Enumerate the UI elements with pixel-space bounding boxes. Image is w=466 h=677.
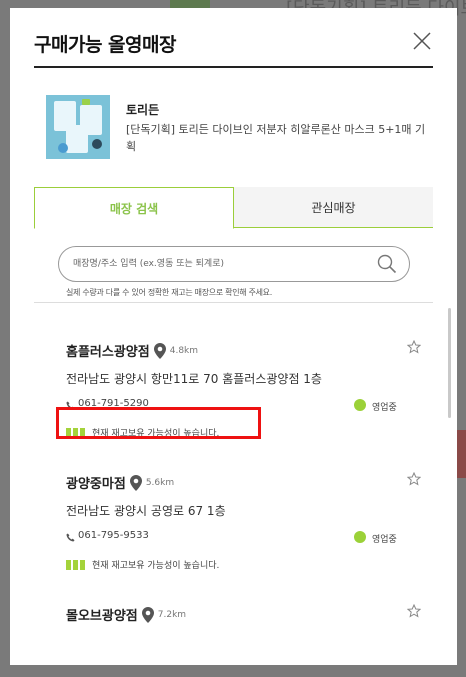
product-info: 토리든 [단독기획] 토리든 다이브인 저분자 히알루론산 마스크 5+1매 기… bbox=[46, 95, 433, 165]
store-status: 영업중 bbox=[372, 535, 397, 545]
search-icon[interactable] bbox=[377, 254, 397, 274]
map-pin-icon bbox=[141, 606, 154, 623]
favorite-star-icon[interactable] bbox=[407, 604, 421, 618]
store-item[interactable]: 광양중마점 5.6km 전라남도 광양시 공영로 67 1층 061-795-95… bbox=[66, 472, 421, 582]
favorite-star-icon[interactable] bbox=[407, 472, 421, 486]
store-distance: 5.6km bbox=[145, 477, 175, 488]
favorite-star-icon[interactable] bbox=[407, 340, 421, 354]
phone-icon bbox=[66, 533, 75, 542]
highlight-box bbox=[56, 407, 261, 439]
search-input[interactable] bbox=[73, 247, 373, 281]
stock-indicator: 현재 재고보유 가능성이 높습니다. bbox=[66, 558, 286, 572]
close-button[interactable] bbox=[411, 30, 433, 52]
store-address: 전라남도 광양시 공영로 67 1층 bbox=[66, 504, 226, 518]
modal-header: 구매가능 올영매장 bbox=[34, 30, 433, 68]
scrollbar[interactable] bbox=[448, 308, 451, 418]
product-name: [단독기획] 토리든 다이브인 저분자 히알루론산 마스크 5+1매 기획 bbox=[126, 123, 426, 153]
tab-bar: 매장 검색 관심매장 bbox=[34, 187, 433, 229]
stock-level-bars bbox=[66, 560, 86, 570]
store-status: 영업중 bbox=[372, 403, 397, 413]
store-distance: 4.8km bbox=[169, 345, 199, 356]
store-distance: 7.2km bbox=[157, 609, 187, 620]
store-address: 전라남도 광양시 항만11로 70 홈플러스광양점 1층 bbox=[66, 372, 322, 386]
tab-favorite-stores[interactable]: 관심매장 bbox=[234, 187, 433, 228]
divider bbox=[34, 302, 433, 303]
background-block bbox=[170, 0, 210, 8]
background-block bbox=[456, 430, 466, 478]
store-phone[interactable]: 061-795-9533 bbox=[78, 530, 149, 541]
modal-title: 구매가능 올영매장 bbox=[34, 34, 176, 56]
map-pin-icon bbox=[129, 474, 142, 491]
store-item[interactable]: 몰오브광양점 7.2km bbox=[66, 604, 421, 644]
search-box bbox=[58, 246, 410, 282]
store-modal: 구매가능 올영매장 토리든 [단독기획] 토리든 다이브인 저분자 히알루론산 … bbox=[10, 8, 457, 665]
open-status-dot bbox=[354, 399, 366, 411]
product-brand: 토리든 bbox=[126, 103, 160, 117]
tab-store-search[interactable]: 매장 검색 bbox=[34, 187, 234, 229]
close-icon bbox=[413, 32, 431, 50]
open-status-dot bbox=[354, 531, 366, 543]
store-name: 몰오브광양점 bbox=[66, 609, 138, 624]
product-image bbox=[46, 95, 110, 159]
store-name: 광양중마점 bbox=[66, 477, 126, 492]
map-pin-icon bbox=[153, 342, 166, 359]
stock-text: 현재 재고보유 가능성이 높습니다. bbox=[92, 561, 220, 571]
store-name: 홈플러스광양점 bbox=[66, 345, 150, 360]
stock-notice: 실제 수량과 다를 수 있어 정확한 재고는 매장으로 확인해 주세요. bbox=[66, 288, 272, 297]
